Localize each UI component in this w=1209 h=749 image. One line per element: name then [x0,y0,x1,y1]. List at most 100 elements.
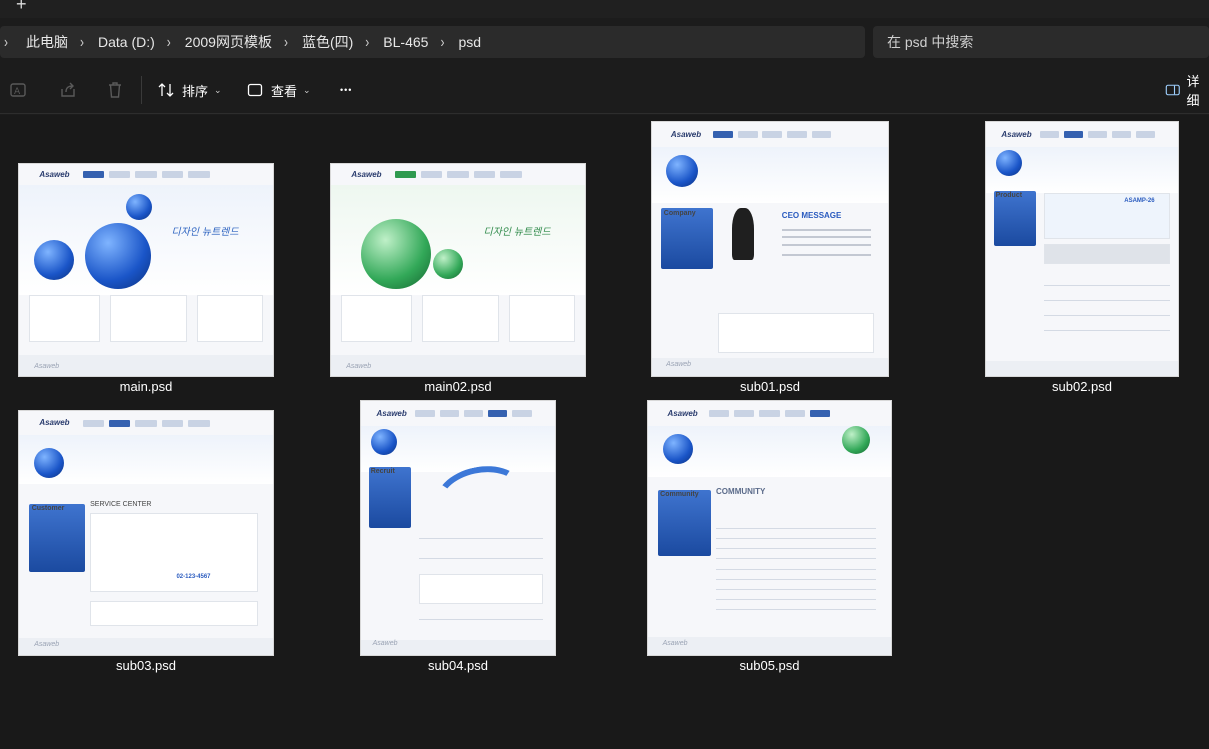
share-icon[interactable] [58,80,78,100]
thumb-steps [419,573,544,605]
chevron-right-icon[interactable]: › [365,33,369,51]
thumb-nav [394,171,522,178]
thumb-sidebar [993,190,1036,247]
thumb-globe [34,447,65,478]
thumb-sidebar-title: Community [660,491,699,499]
file-item[interactable]: Asaweb 디자인 뉴트렌드 Asaweb main.psd [18,163,274,394]
chevron-right-icon[interactable]: › [440,33,444,51]
breadcrumb[interactable]: › 此电脑 › Data (D:) › 2009网页模板 › 蓝色(四) › B… [0,26,865,58]
file-item[interactable]: Asaweb 디자인 뉴트렌드 Asaweb main02.psd [330,163,586,394]
thumb-logo: Asaweb [667,408,698,418]
thumb-globe [85,223,152,290]
toolbar-divider [141,76,142,104]
thumb-panel [508,295,575,343]
view-icon [247,83,263,97]
rename-icon[interactable]: A [9,80,29,100]
thumb-hero-text: 디자인 뉴트렌드 [171,227,239,239]
thumb-logo: Asaweb [351,170,382,180]
thumb-sidebar [661,208,714,270]
file-item[interactable]: Asaweb Recruit Asaweb sub04.psd [360,400,556,673]
thumb-nav [708,409,831,418]
thumb-logo: Asaweb [1001,129,1032,139]
thumb-person [732,208,755,261]
thumb-footer-logo: Asaweb [372,640,398,648]
view-button[interactable]: 查看 ⌄ [246,78,311,102]
chevron-down-icon: ⌄ [214,84,222,95]
thumb-sidebar [29,503,86,573]
new-tab-button[interactable]: + [16,0,27,15]
file-thumbnail: Asaweb Community COMMUNITY Asaweb [647,400,892,656]
thumb-logo: Asaweb [670,129,702,139]
chevron-down-icon: ⌄ [303,84,311,95]
file-thumbnail: Asaweb Customer SERVICE CENTER 02-123-45… [18,410,274,656]
thumb-nav [415,409,532,418]
thumb-globe [995,149,1022,176]
thumb-panel [422,295,499,343]
file-thumbnail: Asaweb Company CEO MESSAGE Asaweb [651,121,889,377]
thumb-section-title: COMMUNITY [716,487,766,497]
thumb-logo: Asaweb [39,418,70,428]
file-name: sub02.psd [1052,379,1112,394]
file-name: sub03.psd [116,658,176,673]
thumb-map-panel [90,513,258,592]
chevron-right-icon[interactable]: › [284,33,288,51]
thumb-footer-logo: Asaweb [666,361,692,369]
breadcrumb-item[interactable]: Data (D:) [98,34,155,50]
thumb-panel [29,295,101,343]
details-label: 详细 [1186,74,1200,108]
delete-icon[interactable] [105,80,125,100]
sort-button[interactable]: 排序 ⌄ [157,78,222,102]
breadcrumb-item[interactable]: 此电脑 [26,32,68,52]
more-options-button[interactable]: ••• [340,78,352,102]
svg-text:A: A [14,87,21,97]
thumb-nav [82,419,210,427]
sort-label: 排序 [182,83,209,99]
thumb-section-title: SERVICE CENTER [90,501,152,509]
thumb-footer-logo: Asaweb [662,640,688,648]
file-item[interactable]: Asaweb Customer SERVICE CENTER 02-123-45… [18,410,274,673]
file-name: main.psd [119,379,173,394]
sort-icon [158,83,174,97]
thumb-globe [432,248,463,279]
thumb-phone: 02-123-4567 [176,574,211,581]
search-input[interactable]: 在 psd 中搜索 [873,26,1209,58]
thumb-globe [370,428,397,455]
file-thumbnail: Asaweb 디자인 뉴트렌드 Asaweb [18,163,274,377]
thumb-globe [666,155,699,188]
thumb-footer-logo: Asaweb [346,362,372,370]
thumb-product-name: ASAMP-26 [1124,198,1155,205]
breadcrumb-item-current[interactable]: psd [458,34,481,50]
address-bar: › 此电脑 › Data (D:) › 2009网页模板 › 蓝色(四) › B… [0,18,1209,66]
thumb-sidebar-title: Customer [31,504,65,512]
file-thumbnail: Asaweb Recruit Asaweb [360,400,556,656]
thumb-nav [713,130,832,139]
breadcrumb-item[interactable]: BL-465 [383,34,428,50]
thumb-hero-text: 디자인 뉴트렌드 [483,227,551,239]
thumb-footer-logo: Asaweb [34,640,60,648]
thumb-panel [196,295,263,343]
chevron-right-icon[interactable]: › [4,33,8,51]
file-item[interactable]: Asaweb Company CEO MESSAGE Asaweb sub01.… [651,121,889,394]
thumb-section-title: CEO MESSAGE [781,210,842,220]
breadcrumb-item[interactable]: 蓝色(四) [302,32,353,52]
file-item[interactable]: Asaweb Community COMMUNITY Asaweb sub05.… [647,400,892,673]
thumb-logo: Asaweb [39,170,70,180]
thumb-sidebar [657,489,712,556]
command-bar: A 排序 ⌄ 查看 ⌄ ••• 详细 [0,66,1209,114]
file-item[interactable]: Asaweb Product ASAMP-26 sub02.psd [985,121,1179,394]
chevron-right-icon[interactable]: › [80,33,84,51]
file-thumbnail: Asaweb 디자인 뉴트렌드 Asaweb [330,163,586,377]
thumb-nav [1039,130,1155,139]
breadcrumb-item[interactable]: 2009网页模板 [185,32,272,52]
file-grid: Asaweb 디자인 뉴트렌드 Asaweb main.psd Asaweb 디… [0,115,1209,749]
file-name: sub01.psd [740,379,800,394]
thumb-footer [986,360,1178,376]
chevron-right-icon[interactable]: › [167,33,171,51]
thumb-panel [110,295,187,343]
thumb-sidebar [368,467,412,528]
thumb-links [90,601,258,626]
details-pane-button[interactable]: 详细 [1165,74,1209,108]
file-name: main02.psd [424,379,492,394]
thumb-logo: Asaweb [376,408,407,418]
thumb-panel [341,295,413,343]
